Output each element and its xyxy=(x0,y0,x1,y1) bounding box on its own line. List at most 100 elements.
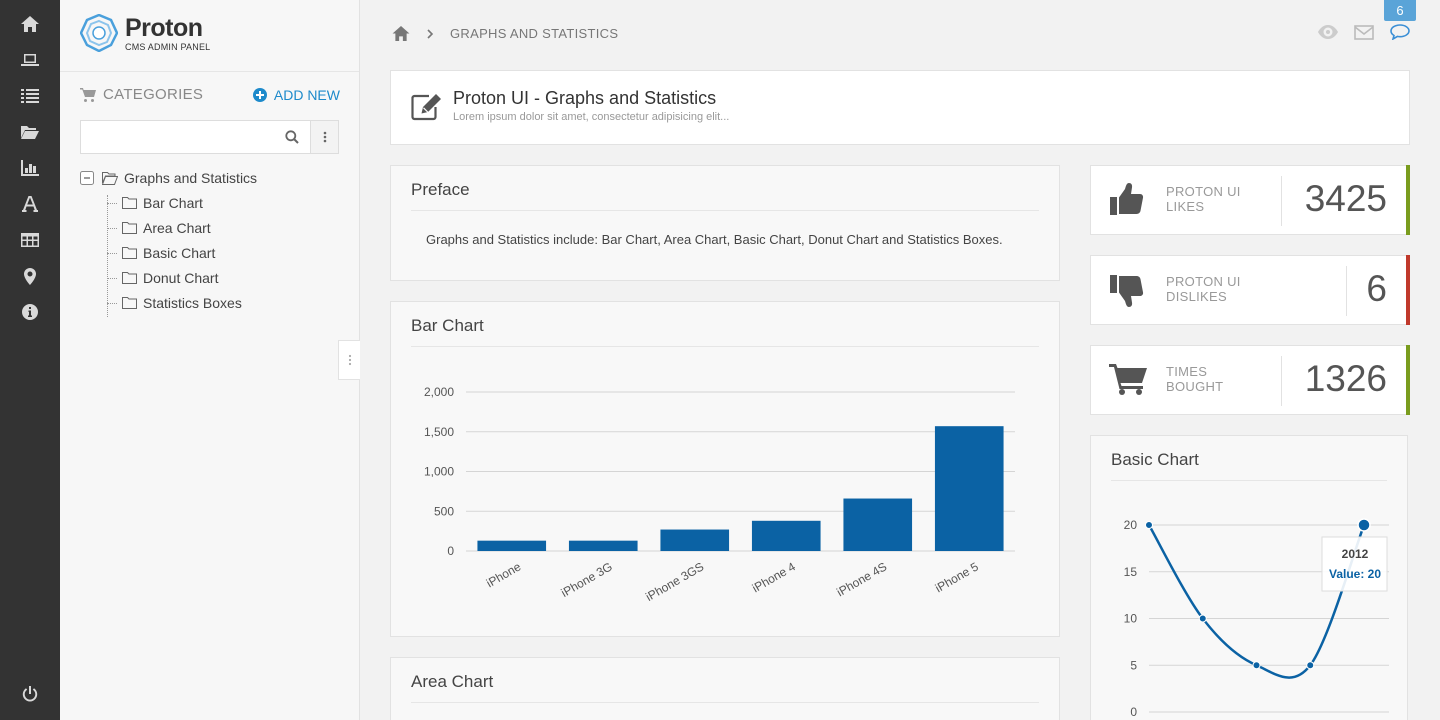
vertical-ellipsis-icon xyxy=(323,131,327,143)
x-tick-label: iPhone 4 xyxy=(750,559,798,595)
add-new-button[interactable]: ADD NEW xyxy=(252,87,340,103)
tree-item-label: Donut Chart xyxy=(143,270,219,286)
tree-item-donut-chart[interactable]: Donut Chart xyxy=(122,270,218,286)
tree-tick xyxy=(107,228,117,229)
search-icon xyxy=(285,130,299,144)
info-icon[interactable] xyxy=(0,294,60,330)
tooltip-title: 2012 xyxy=(1342,547,1369,561)
x-tick-label: iPhone 5 xyxy=(933,559,981,595)
basic-chart-card: Basic Chart 0 5 10 15 20 2012 Value: 20 xyxy=(1090,435,1408,720)
laptop-icon[interactable] xyxy=(0,42,60,78)
table-icon[interactable] xyxy=(0,222,60,258)
basic-chart-title: Basic Chart xyxy=(1111,450,1199,469)
search-input[interactable] xyxy=(81,121,273,153)
top-icons xyxy=(1318,24,1410,40)
shopping-cart-icon xyxy=(1109,364,1147,395)
stat-label-line1: TIMES xyxy=(1166,364,1208,379)
stat-box-likes: PROTON UI LIKES 3425 xyxy=(1090,165,1410,235)
stat-label-line2: LIKES xyxy=(1166,199,1205,214)
basic-line-chart: 0 5 10 15 20 2012 Value: 20 xyxy=(1124,518,1389,719)
y-tick-label: 0 xyxy=(1130,705,1137,719)
folder-icon xyxy=(122,247,137,259)
comment-icon[interactable] xyxy=(1390,24,1410,40)
stat-value: 1326 xyxy=(1304,358,1387,399)
thumbs-down-icon xyxy=(1110,275,1144,307)
stat-label-line2: BOUGHT xyxy=(1166,379,1224,394)
tree-tick xyxy=(107,253,117,254)
area-chart-card: Area Chart xyxy=(390,657,1060,720)
tree-root-graphs-and-statistics[interactable]: Graphs and Statistics xyxy=(80,170,257,186)
stat-label-line1: PROTON UI xyxy=(1166,184,1241,199)
folder-open-icon[interactable] xyxy=(0,114,60,150)
area-chart-title: Area Chart xyxy=(411,672,494,691)
font-icon[interactable] xyxy=(0,186,60,222)
stat-accent-bar xyxy=(1406,255,1410,325)
divider xyxy=(411,702,1039,703)
y-tick-label: 500 xyxy=(434,504,454,518)
stat-box-dislikes: PROTON UI DISLIKES 6 xyxy=(1090,255,1410,325)
divider xyxy=(1111,480,1387,481)
bar xyxy=(843,498,913,551)
tooltip-value: Value: 20 xyxy=(1329,567,1381,581)
categories-header: CATEGORIES ADD NEW xyxy=(80,86,340,103)
breadcrumb-current: GRAPHS AND STATISTICS xyxy=(450,26,619,41)
x-tick-label: iPhone xyxy=(484,559,524,590)
stat-label: TIMES BOUGHT xyxy=(1166,364,1223,394)
tree-item-label: Bar Chart xyxy=(143,195,203,211)
search-button[interactable] xyxy=(273,121,310,153)
eye-icon[interactable] xyxy=(1318,25,1338,39)
y-tick-label: 5 xyxy=(1130,658,1137,672)
more-options-button[interactable] xyxy=(310,121,338,153)
tooltip-box xyxy=(1321,536,1388,592)
breadcrumb: GRAPHS AND STATISTICS xyxy=(392,26,618,41)
y-tick-label: 2,000 xyxy=(424,385,454,399)
folder-icon xyxy=(122,197,137,209)
stat-value: 6 xyxy=(1366,268,1387,309)
folder-icon xyxy=(122,297,137,309)
divider xyxy=(1281,356,1282,406)
x-tick-label: iPhone 3GS xyxy=(643,559,706,603)
list-icon[interactable] xyxy=(0,78,60,114)
tree-item-statistics-boxes[interactable]: Statistics Boxes xyxy=(122,295,242,311)
page-header: Proton UI - Graphs and Statistics Lorem … xyxy=(390,70,1410,145)
tree-item-label: Area Chart xyxy=(143,220,211,236)
logo[interactable]: Proton CMS ADMIN PANEL xyxy=(80,14,210,52)
x-tick-label: iPhone 3G xyxy=(559,559,615,599)
category-search xyxy=(80,120,339,154)
divider xyxy=(411,346,1039,347)
collapse-icon[interactable] xyxy=(80,171,94,185)
home-icon[interactable] xyxy=(392,26,410,41)
bar xyxy=(751,520,821,551)
tree-item-bar-chart[interactable]: Bar Chart xyxy=(122,195,203,211)
page-title: Proton UI - Graphs and Statistics xyxy=(453,88,717,108)
brand-tagline: CMS ADMIN PANEL xyxy=(125,41,211,52)
folder-icon xyxy=(122,272,137,284)
x-tick-label: iPhone 4S xyxy=(834,559,889,599)
divider xyxy=(60,71,359,72)
bar-chart: 0 500 1,000 1,500 2,000 iPhone iPhone 3G iPhone… xyxy=(424,385,1015,604)
notification-badge[interactable]: 6 xyxy=(1384,0,1416,21)
stat-accent-bar xyxy=(1406,345,1410,415)
bar-chart-icon[interactable] xyxy=(0,150,60,186)
bar-chart-title: Bar Chart xyxy=(411,316,484,335)
tree-item-basic-chart[interactable]: Basic Chart xyxy=(122,245,215,261)
power-icon[interactable] xyxy=(0,676,60,712)
stat-label: PROTON UI LIKES xyxy=(1166,184,1241,214)
sidebar-collapse-handle[interactable] xyxy=(338,340,360,380)
preface-card: Preface Graphs and Statistics include: B… xyxy=(390,165,1060,281)
data-point xyxy=(1357,518,1371,532)
y-tick-label: 15 xyxy=(1124,565,1138,579)
tree-item-label: Statistics Boxes xyxy=(143,295,242,311)
tree-item-area-chart[interactable]: Area Chart xyxy=(122,220,211,236)
y-tick-label: 1,000 xyxy=(424,465,454,479)
map-marker-icon[interactable] xyxy=(0,258,60,294)
folder-icon xyxy=(122,222,137,234)
edit-icon xyxy=(411,94,441,121)
sidebar-panel: Proton CMS ADMIN PANEL CATEGORIES ADD NE… xyxy=(60,0,360,720)
y-tick-label: 10 xyxy=(1124,612,1138,626)
chevron-right-icon xyxy=(427,28,434,39)
envelope-icon[interactable] xyxy=(1354,24,1374,40)
drag-handle-icon xyxy=(348,354,351,366)
data-point xyxy=(1252,661,1261,670)
home-icon[interactable] xyxy=(0,6,60,42)
